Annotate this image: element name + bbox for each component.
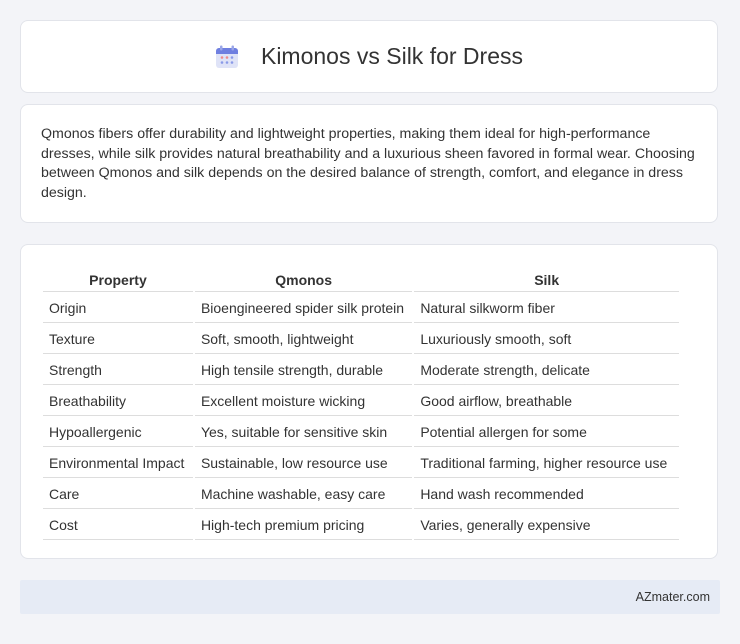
- footer-site-link[interactable]: AZmater.com: [636, 590, 710, 604]
- table-row: Care Machine washable, easy care Hand wa…: [43, 480, 679, 509]
- cell-property: Care: [43, 480, 193, 509]
- cell-qmonos: High-tech premium pricing: [194, 511, 413, 540]
- cell-qmonos: High tensile strength, durable: [194, 356, 413, 385]
- cell-qmonos: Machine washable, easy care: [194, 480, 413, 509]
- cell-property: Strength: [43, 356, 193, 385]
- column-header-silk: Silk: [414, 267, 679, 292]
- cell-qmonos: Sustainable, low resource use: [194, 449, 413, 478]
- column-header-qmonos: Qmonos: [194, 267, 413, 292]
- title-card: Kimonos vs Silk for Dress: [20, 20, 718, 93]
- page-title: Kimonos vs Silk for Dress: [260, 43, 523, 69]
- cell-property: Environmental Impact: [43, 449, 193, 478]
- cell-qmonos: Excellent moisture wicking: [194, 387, 413, 416]
- cell-silk: Traditional farming, higher resource use: [414, 449, 679, 478]
- cell-property: Breathability: [43, 387, 193, 416]
- table-row: Strength High tensile strength, durable …: [43, 356, 679, 385]
- cell-silk: Moderate strength, delicate: [414, 356, 679, 385]
- cell-silk: Hand wash recommended: [414, 480, 679, 509]
- table-row: Texture Soft, smooth, lightweight Luxuri…: [43, 325, 679, 354]
- calendar-icon: [215, 45, 239, 69]
- intro-card: Qmonos fibers offer durability and light…: [20, 104, 718, 223]
- comparison-card: Property Qmonos Silk Origin Bioengineere…: [20, 244, 718, 559]
- comparison-table: Property Qmonos Silk Origin Bioengineere…: [41, 265, 681, 542]
- table-row: Breathability Excellent moisture wicking…: [43, 387, 679, 416]
- cell-silk: Varies, generally expensive: [414, 511, 679, 540]
- cell-property: Cost: [43, 511, 193, 540]
- table-row: Cost High-tech premium pricing Varies, g…: [43, 511, 679, 540]
- table-row: Origin Bioengineered spider silk protein…: [43, 294, 679, 323]
- cell-qmonos: Yes, suitable for sensitive skin: [194, 418, 413, 447]
- column-header-property: Property: [43, 267, 193, 292]
- cell-property: Texture: [43, 325, 193, 354]
- intro-text: Qmonos fibers offer durability and light…: [41, 126, 695, 201]
- cell-silk: Potential allergen for some: [414, 418, 679, 447]
- footer-bar: AZmater.com: [20, 580, 720, 614]
- cell-silk: Luxuriously smooth, soft: [414, 325, 679, 354]
- cell-qmonos: Soft, smooth, lightweight: [194, 325, 413, 354]
- cell-property: Hypoallergenic: [43, 418, 193, 447]
- cell-qmonos: Bioengineered spider silk protein: [194, 294, 413, 323]
- table-row: Environmental Impact Sustainable, low re…: [43, 449, 679, 478]
- cell-property: Origin: [43, 294, 193, 323]
- table-row: Hypoallergenic Yes, suitable for sensiti…: [43, 418, 679, 447]
- cell-silk: Good airflow, breathable: [414, 387, 679, 416]
- table-header-row: Property Qmonos Silk: [43, 267, 679, 292]
- cell-silk: Natural silkworm fiber: [414, 294, 679, 323]
